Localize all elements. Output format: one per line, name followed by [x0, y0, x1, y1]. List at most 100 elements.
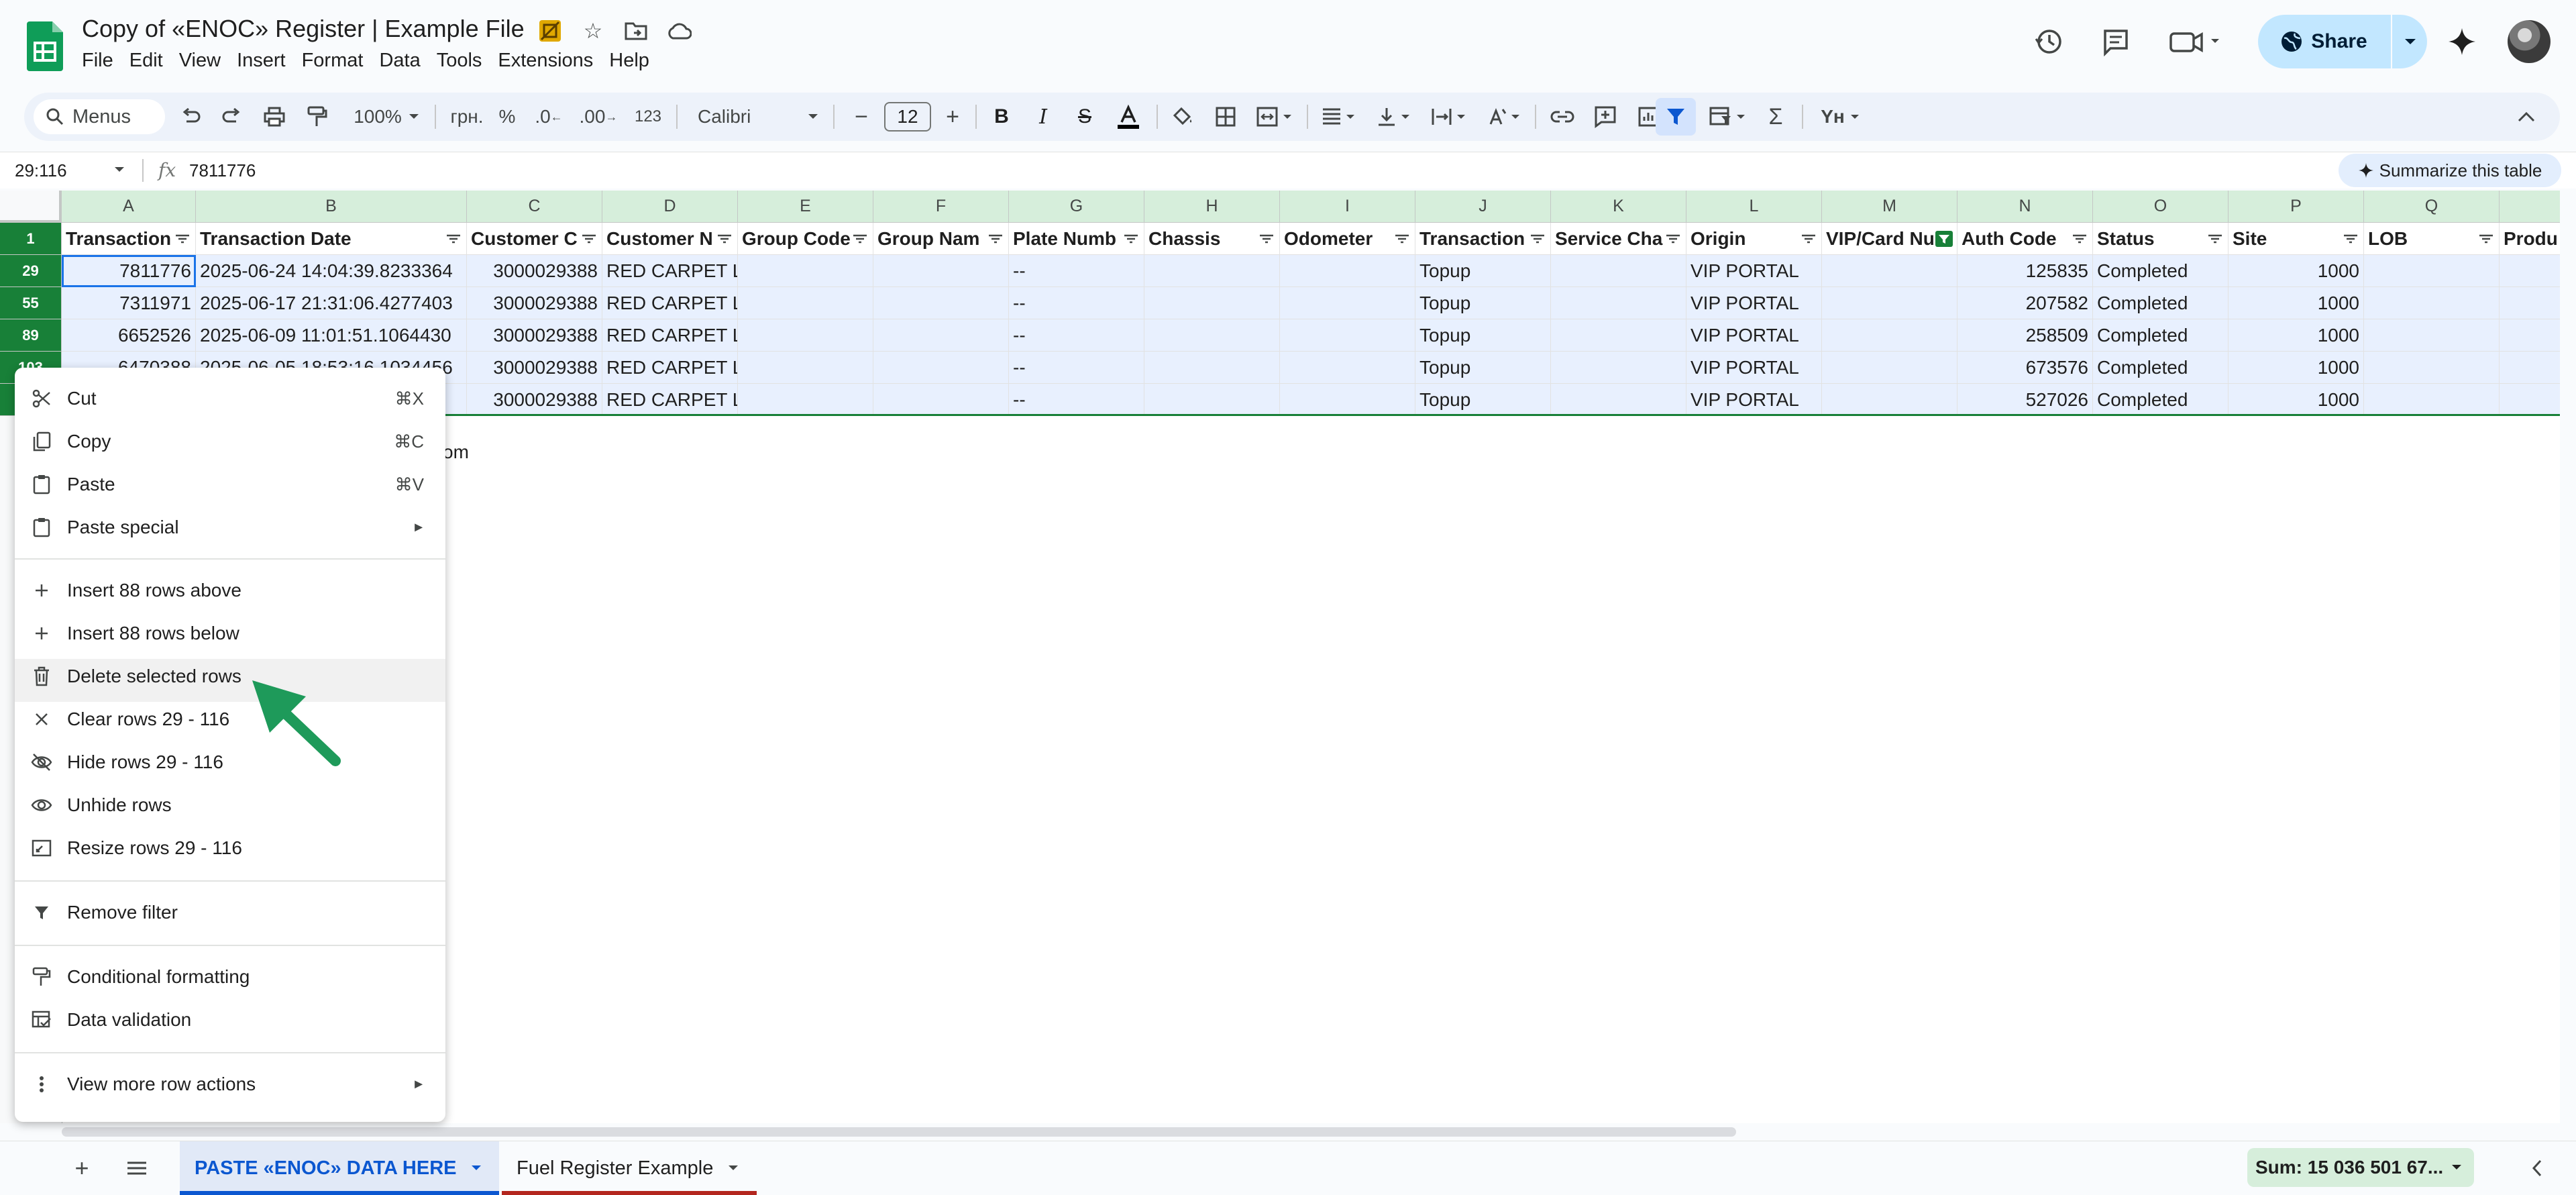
table-cell[interactable] [873, 384, 1009, 416]
menu-item-paste-special[interactable]: Paste special ► [15, 506, 445, 549]
menu-item-conditional-formatting[interactable]: Conditional formatting [15, 955, 445, 998]
table-cell[interactable] [1822, 384, 1957, 416]
filter-icon[interactable] [1529, 231, 1546, 247]
filter-icon[interactable] [1258, 231, 1275, 247]
table-cell[interactable]: 3000029388 [467, 352, 602, 384]
table-cell[interactable] [1144, 287, 1280, 319]
menu-item-cut[interactable]: Cut ⌘X [15, 377, 445, 420]
add-sheet-icon[interactable]: + [67, 1141, 97, 1195]
table-cell[interactable] [1280, 319, 1415, 352]
header-cell[interactable]: Produ [2500, 223, 2560, 255]
table-cell[interactable] [1144, 255, 1280, 287]
filter-icon[interactable] [2477, 231, 2495, 247]
table-cell[interactable] [738, 287, 873, 319]
table-cell[interactable]: RED CARPET LIMOUSINE L.L.C [602, 384, 738, 416]
sheet-tab-paste-data[interactable]: PASTE «ENOC» DATA HERE [180, 1141, 499, 1195]
print-icon[interactable] [259, 93, 290, 141]
menu-help[interactable]: Help [609, 48, 660, 73]
table-cell[interactable] [1144, 319, 1280, 352]
table-cell[interactable]: 1000 [2229, 287, 2364, 319]
column-header-b[interactable]: B [196, 191, 467, 223]
table-cell[interactable]: Completed [2093, 384, 2229, 416]
header-cell[interactable]: VIP/Card Nu [1822, 223, 1957, 255]
filter-icon[interactable] [2342, 231, 2359, 247]
header-cell[interactable]: Customer C [467, 223, 602, 255]
filter-icon[interactable] [716, 231, 733, 247]
table-cell[interactable] [873, 287, 1009, 319]
filter-icon[interactable] [2206, 231, 2224, 247]
table-cell[interactable]: 527026 [1957, 384, 2093, 416]
star-icon[interactable]: ☆ [580, 17, 606, 44]
scrollbar-thumb[interactable] [62, 1127, 1736, 1137]
paint-format-icon[interactable] [302, 93, 333, 141]
menu-item-clear-rows[interactable]: Clear rows 29 - 116 [15, 698, 445, 741]
table-cell[interactable] [1551, 384, 1686, 416]
row-header-55[interactable]: 55 [0, 287, 62, 319]
menu-item-remove-filter[interactable]: Remove filter [15, 891, 445, 934]
document-title[interactable]: Copy of «ENOC» Register | Example File [82, 15, 525, 43]
table-cell[interactable] [1822, 319, 1957, 352]
borders-icon[interactable] [1208, 93, 1244, 141]
table-cell[interactable] [1280, 255, 1415, 287]
font-size-input[interactable]: 12 [884, 102, 931, 132]
filter-icon[interactable] [1393, 231, 1411, 247]
header-cell[interactable]: Odometer [1280, 223, 1415, 255]
table-cell[interactable] [873, 319, 1009, 352]
table-cell[interactable] [2500, 352, 2560, 384]
column-header-p[interactable]: P [2229, 191, 2364, 223]
filter-icon[interactable] [1800, 231, 1817, 247]
table-cell[interactable] [1551, 255, 1686, 287]
column-header-k[interactable]: K [1551, 191, 1686, 223]
table-cell[interactable]: RED CARPET LIMOUSINE L.L.C [602, 255, 738, 287]
move-folder-icon[interactable] [623, 17, 649, 44]
formula-input[interactable]: 7811776 [189, 152, 256, 189]
table-cell[interactable] [1280, 352, 1415, 384]
header-cell[interactable]: Transaction Date [196, 223, 467, 255]
table-cell[interactable]: Topup [1415, 287, 1551, 319]
header-cell[interactable]: Group Code [738, 223, 873, 255]
menu-item-hide-rows[interactable]: Hide rows 29 - 116 [15, 741, 445, 784]
select-all-corner[interactable] [0, 191, 62, 223]
table-cell[interactable] [873, 255, 1009, 287]
share-button[interactable]: Share [2258, 15, 2390, 68]
table-cell[interactable]: 3000029388 [467, 255, 602, 287]
table-cell[interactable]: 125835 [1957, 255, 2093, 287]
table-cell[interactable] [1551, 287, 1686, 319]
filter-icon[interactable] [1122, 231, 1140, 247]
table-cell[interactable] [1822, 287, 1957, 319]
table-cell[interactable]: VIP PORTAL [1686, 287, 1822, 319]
table-cell[interactable]: VIP PORTAL [1686, 352, 1822, 384]
header-cell[interactable]: Status [2093, 223, 2229, 255]
menu-item-copy[interactable]: Copy ⌘C [15, 420, 445, 463]
increase-decimal-button[interactable]: .00 → [578, 93, 619, 141]
menu-extensions[interactable]: Extensions [498, 48, 604, 73]
table-cell[interactable] [1280, 384, 1415, 416]
gemini-sparkle-icon[interactable] [2443, 23, 2481, 60]
insert-comment-icon[interactable] [1587, 93, 1623, 141]
sheet-tab-fuel-register[interactable]: Fuel Register Example [502, 1141, 757, 1195]
table-cell[interactable]: -- [1009, 319, 1144, 352]
table-cell[interactable]: 3000029388 [467, 287, 602, 319]
menu-edit[interactable]: Edit [129, 48, 174, 73]
table-cell[interactable]: 3000029388 [467, 384, 602, 416]
column-header-m[interactable]: M [1822, 191, 1957, 223]
horizontal-scrollbar[interactable] [62, 1126, 2571, 1138]
decrease-font-size-icon[interactable]: − [847, 93, 876, 141]
table-cell[interactable]: Completed [2093, 319, 2229, 352]
functions-icon[interactable]: Σ [1758, 93, 1794, 141]
collapse-side-panel-icon[interactable] [2522, 1141, 2552, 1195]
table-cell[interactable]: 3000029388 [467, 319, 602, 352]
table-cell[interactable] [2500, 384, 2560, 416]
menu-data[interactable]: Data [379, 48, 431, 73]
table-cell[interactable]: Completed [2093, 255, 2229, 287]
filter-icon[interactable] [1664, 231, 1682, 247]
table-cell[interactable]: 6652526 [62, 319, 196, 352]
table-cell[interactable] [2364, 287, 2500, 319]
table-cell[interactable] [1551, 352, 1686, 384]
table-cell[interactable]: Topup [1415, 384, 1551, 416]
table-cell[interactable] [1822, 352, 1957, 384]
italic-icon[interactable]: I [1026, 93, 1060, 141]
table-cell[interactable]: 258509 [1957, 319, 2093, 352]
menu-tools[interactable]: Tools [437, 48, 493, 73]
table-cell[interactable]: Topup [1415, 352, 1551, 384]
